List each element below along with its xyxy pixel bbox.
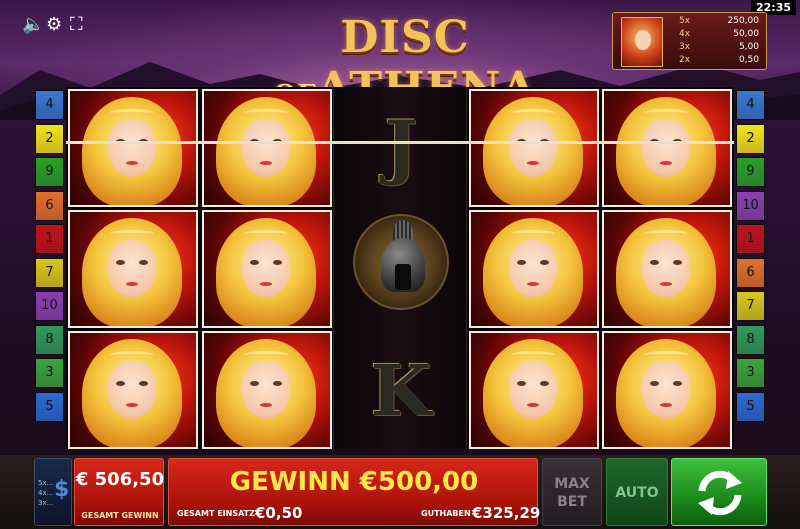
info-panel: GEWINN €500,00 GESAMT EINSATZ €0,50 GUTH…	[168, 458, 541, 526]
athena-symbol	[469, 331, 599, 449]
winning-payline	[66, 141, 734, 144]
athena-symbol	[602, 89, 732, 207]
speaker-icon[interactable]: 🔈	[22, 16, 44, 34]
line-marker-right-4[interactable]: 4	[736, 90, 765, 120]
line-marker-left-10[interactable]: 10	[35, 291, 64, 321]
athena-symbol	[68, 331, 198, 449]
athena-symbol	[68, 89, 198, 207]
line-marker-left-2[interactable]: 2	[35, 123, 64, 154]
bet-label: GESAMT EINSATZ	[177, 509, 255, 518]
max-bet-button[interactable]: MAX BET	[542, 458, 602, 526]
gear-icon[interactable]: ⚙	[46, 16, 62, 34]
spin-button[interactable]	[671, 458, 767, 526]
athena-symbol	[602, 210, 732, 328]
logo-word-disc: DISC	[340, 12, 470, 63]
athena-symbol	[469, 89, 599, 207]
line-marker-left-5[interactable]: 5	[35, 391, 64, 422]
line-marker-right-5[interactable]: 5	[736, 391, 765, 422]
dollar-icon: $	[54, 477, 70, 502]
athena-symbol	[202, 331, 332, 449]
athena-symbol	[202, 210, 332, 328]
line-marker-right-2[interactable]: 2	[736, 123, 765, 154]
game-stage: 🔈 ⚙ ⛶ 22:35 DISC OFATHENA 5x250,00 4x50,…	[0, 0, 800, 529]
stake-button[interactable]: 5x... 4x... 3x... $	[34, 458, 72, 526]
total-win-box: € 506,50 GESAMT GEWINN	[74, 458, 164, 526]
bet-value: €0,50	[255, 504, 303, 522]
symbol-k: K	[370, 349, 432, 432]
athena-symbol	[202, 89, 332, 207]
line-marker-right-7[interactable]: 7	[736, 291, 765, 321]
line-marker-left-6[interactable]: 6	[35, 190, 64, 221]
athena-symbol	[469, 210, 599, 328]
balance-value: €325,29	[472, 504, 541, 522]
helmet-icon	[353, 214, 449, 310]
spin-arrows-icon	[698, 470, 742, 516]
line-marker-left-4[interactable]: 4	[35, 90, 64, 120]
symbol-j: J	[384, 105, 418, 188]
line-marker-right-8[interactable]: 8	[736, 324, 765, 355]
win-message: GEWINN €500,00	[229, 467, 479, 497]
line-marker-right-9[interactable]: 9	[736, 157, 765, 187]
total-win-label: GESAMT GEWINN	[81, 511, 159, 520]
athena-thumbnail	[621, 17, 663, 67]
athena-symbol	[602, 331, 732, 449]
auto-button[interactable]: AUTO	[606, 458, 668, 526]
athena-symbol	[68, 210, 198, 328]
balance-label: GUTHABEN	[421, 509, 471, 518]
paytable-panel: 5x 250,00 4x 50,00 3x 5,00 2x 0,50	[612, 12, 767, 70]
line-marker-left-9[interactable]: 9	[35, 157, 64, 187]
line-marker-right-6[interactable]: 6	[736, 257, 765, 288]
line-marker-right-3[interactable]: 3	[736, 358, 765, 388]
line-marker-right-1[interactable]: 1	[736, 224, 765, 254]
line-marker-left-1[interactable]: 1	[35, 224, 64, 254]
fullscreen-icon[interactable]: ⛶	[70, 16, 83, 34]
total-win-amount: € 506,50	[75, 469, 165, 490]
line-marker-left-8[interactable]: 8	[35, 324, 64, 355]
line-marker-left-7[interactable]: 7	[35, 257, 64, 288]
game-logo: DISC OFATHENA	[205, 12, 605, 114]
line-marker-right-10[interactable]: 10	[736, 190, 765, 221]
line-marker-left-3[interactable]: 3	[35, 358, 64, 388]
